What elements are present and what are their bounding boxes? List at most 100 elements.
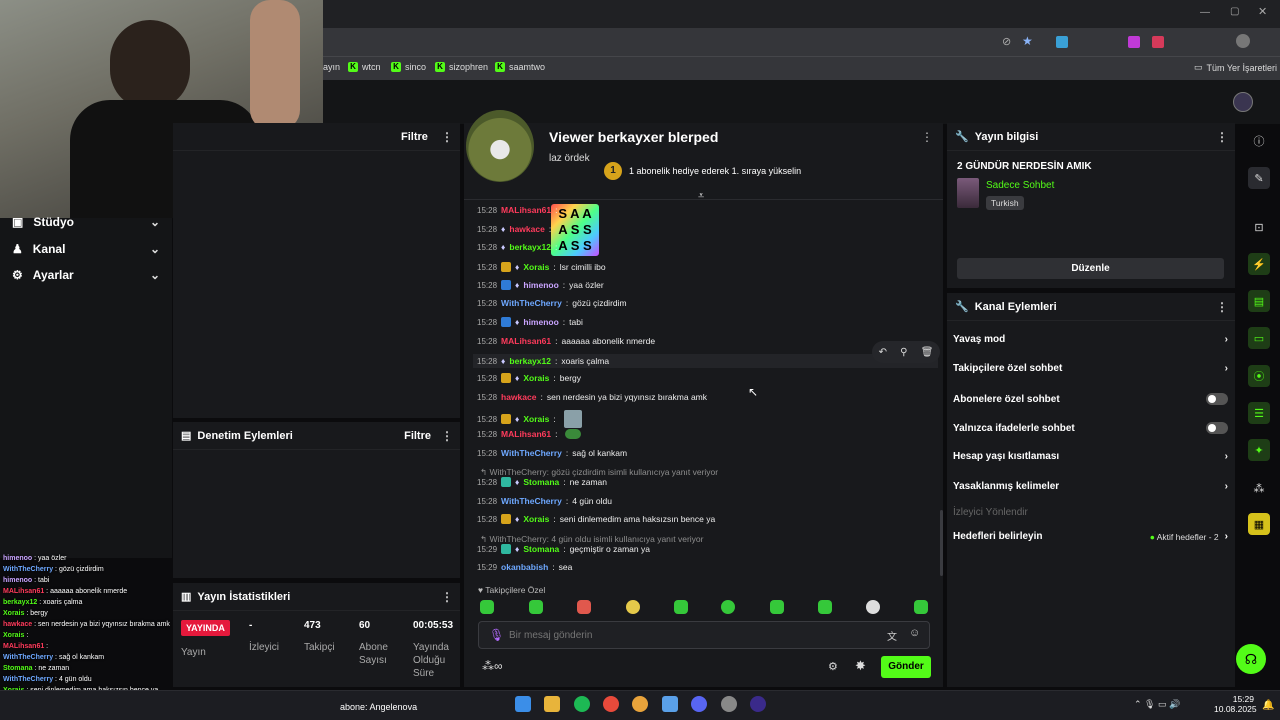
bookmarks-folder[interactable]: ▭ Tüm Yer İşaretleri xyxy=(1194,62,1277,73)
emote-icon[interactable] xyxy=(914,600,928,614)
chat-username[interactable]: Xorais xyxy=(523,514,549,524)
chat-message[interactable]: 15:28 ♦ berkayx12: xoaris çalma xyxy=(473,354,938,368)
sidebar-item-settings[interactable]: ⚙ Ayarlar ⌄ xyxy=(12,268,160,282)
more-icon[interactable]: ⋮ xyxy=(921,130,933,144)
chat-message[interactable]: 15:28 ♦ Xorais: lsr cimilli ibo xyxy=(477,262,606,272)
app-icon[interactable] xyxy=(721,696,737,712)
chat-username[interactable]: WithTheCherry xyxy=(501,298,562,308)
chat-message[interactable]: 15:28 WithTheCherry: sağ ol kankam xyxy=(477,448,627,458)
reply-icon[interactable]: ↶ xyxy=(879,347,887,358)
translate-icon[interactable]: 文 xyxy=(887,628,897,643)
notification-icon[interactable]: 🔔 xyxy=(1262,700,1274,711)
sidebar-item-studio[interactable]: ▣ Stüdyo ⌄ xyxy=(12,215,160,229)
chat-message[interactable]: 15:28 ♦ Xorais: xyxy=(477,410,582,428)
chat-username[interactable]: Xorais xyxy=(523,373,549,383)
chat-message[interactable]: 15:28 MALihsan61: xyxy=(477,429,582,439)
emote-icon[interactable] xyxy=(770,600,784,614)
emote-icon[interactable] xyxy=(577,600,591,614)
bookmark-item[interactable]: Ksizophren xyxy=(435,62,488,72)
more-icon[interactable]: ⋮ xyxy=(441,590,453,604)
chat-username[interactable]: MALihsan61 xyxy=(501,336,551,346)
chat-message[interactable]: 15:28 ♦ Xorais: seni dinlemedim ama haksızs… xyxy=(477,514,715,524)
emote-icon[interactable] xyxy=(674,600,688,614)
chat-scrollbar[interactable] xyxy=(940,510,943,576)
sidebar-item-channel[interactable]: ♟ Kanal ⌄ xyxy=(12,242,160,256)
extension-icon[interactable] xyxy=(1056,36,1068,48)
emoji-icon[interactable]: ☺ xyxy=(909,627,920,639)
minimize-icon[interactable]: — xyxy=(1200,7,1210,18)
chat-message[interactable]: 15:28 ♦ berkayx12: xyxy=(477,242,561,252)
extension-icon[interactable] xyxy=(1128,36,1140,48)
emote-icon[interactable] xyxy=(626,600,640,614)
extension-icon[interactable] xyxy=(1152,36,1164,48)
pin-icon[interactable]: ⚲ xyxy=(900,347,907,358)
category-link[interactable]: Sadece Sohbet xyxy=(986,180,1054,191)
chat-message[interactable]: 15:28 ♦ Xorais: bergy xyxy=(477,373,581,383)
chat-username[interactable]: Stomana xyxy=(523,544,559,554)
more-icon[interactable]: ⋮ xyxy=(1216,300,1228,314)
chat-message[interactable]: 15:28 ♦ himenoo: tabi xyxy=(477,317,583,327)
windows-start-icon[interactable] xyxy=(515,696,531,712)
bookmark-item[interactable]: Ksinco xyxy=(391,62,426,72)
gift-icon[interactable]: ✸ xyxy=(855,658,866,674)
chat-message[interactable]: 15:28 ♦ hawkace: xyxy=(477,224,555,234)
chat-username[interactable]: hawkace xyxy=(501,392,536,402)
chat-message[interactable]: 15:28 ♦ himenoo: yaa özler xyxy=(477,280,604,290)
close-icon[interactable]: ✕ xyxy=(1258,5,1267,18)
action-account-age[interactable]: Hesap yaşı kısıtlaması › xyxy=(953,451,1228,462)
document-icon[interactable]: ▤ xyxy=(1248,290,1270,312)
nodes-icon[interactable]: ⁂ xyxy=(1248,477,1270,499)
emote-icon[interactable] xyxy=(529,600,543,614)
clapper-icon[interactable]: ▦ xyxy=(1248,513,1270,535)
discord-icon[interactable] xyxy=(691,696,707,712)
chat-username[interactable]: Xorais xyxy=(523,414,549,424)
chat-icon[interactable]: ▭ xyxy=(1248,327,1270,349)
bookmark-item[interactable]: Ksaamtwo xyxy=(495,62,545,72)
chrome-icon[interactable] xyxy=(632,696,648,712)
eye-off-icon[interactable]: ⊘ xyxy=(1002,35,1011,48)
chat-message[interactable]: 15:28 WithTheCherry:4 gün oldu xyxy=(477,496,612,506)
bot-icon[interactable]: ⁂∞ xyxy=(482,659,503,673)
edit-icon[interactable]: ✎ xyxy=(1248,167,1270,189)
chat-username[interactable]: himenoo xyxy=(523,317,558,327)
chat-message[interactable]: 15:29 ♦ Stomana: geçmiştir o zaman ya xyxy=(477,544,650,554)
tray-icons[interactable]: ⌃ 🎙 ▭ 🔊 xyxy=(1134,699,1180,710)
chat-username[interactable]: WithTheCherry xyxy=(501,448,562,458)
action-followers-only[interactable]: Takipçilere özel sohbet › xyxy=(953,363,1228,374)
file-explorer-icon[interactable] xyxy=(544,696,560,712)
delete-icon[interactable]: 🗑 xyxy=(921,347,934,358)
chat-message[interactable]: 15:28 hawkace: sen nerdesin ya bizi yqyıns… xyxy=(477,392,707,402)
chat-input[interactable] xyxy=(509,626,849,644)
maximize-icon[interactable]: ▢ xyxy=(1230,6,1239,17)
more-icon[interactable]: ⋮ xyxy=(441,429,453,443)
microphone-icon[interactable]: 🎙 xyxy=(489,628,504,642)
profile-avatar[interactable] xyxy=(1236,34,1250,48)
chat-username[interactable]: MALihsan61 xyxy=(501,429,551,439)
obs-icon[interactable] xyxy=(750,696,766,712)
broadcast-icon[interactable]: ⦿ xyxy=(1248,365,1270,387)
send-button[interactable]: Gönder xyxy=(881,656,931,678)
chat-username[interactable]: WithTheCherry xyxy=(501,496,562,506)
bookmark-item[interactable]: Kwtcn xyxy=(348,62,381,72)
more-icon[interactable]: ⋮ xyxy=(441,130,453,144)
clock[interactable]: 15:29 10.08.2025 xyxy=(1214,694,1257,714)
chat-message[interactable]: 15:28 ♦ Stomana: ne zaman xyxy=(477,477,607,487)
chat-message[interactable]: 15:29 okanbabish: sea xyxy=(477,562,572,572)
wrench-icon[interactable]: ✦ xyxy=(1248,439,1270,461)
list-icon[interactable]: ☰ xyxy=(1248,402,1270,424)
chat-message[interactable]: 15:28 WithTheCherry: gözü çizdirdim xyxy=(477,298,627,308)
chat-username[interactable]: Xorais xyxy=(523,262,549,272)
support-icon[interactable]: ☊ xyxy=(1236,644,1266,674)
chat-input-box[interactable]: 🎙 文 ☺ xyxy=(478,621,930,649)
action-slow-mode[interactable]: Yavaş mod › xyxy=(953,334,1228,345)
chat-username[interactable]: berkayx12 xyxy=(509,242,551,252)
chat-username[interactable]: hawkace xyxy=(509,224,544,234)
chat-username[interactable]: okanbabish xyxy=(501,562,548,572)
edit-button[interactable]: Düzenle xyxy=(957,258,1224,279)
settings-icon[interactable]: ⚙ xyxy=(828,660,838,673)
emote-icon[interactable] xyxy=(866,600,880,614)
chat-username[interactable]: berkayx12 xyxy=(509,356,551,366)
emote-icon[interactable] xyxy=(818,600,832,614)
screen-icon[interactable]: ⊡ xyxy=(1248,216,1270,238)
subs-only-toggle[interactable] xyxy=(1206,393,1228,405)
